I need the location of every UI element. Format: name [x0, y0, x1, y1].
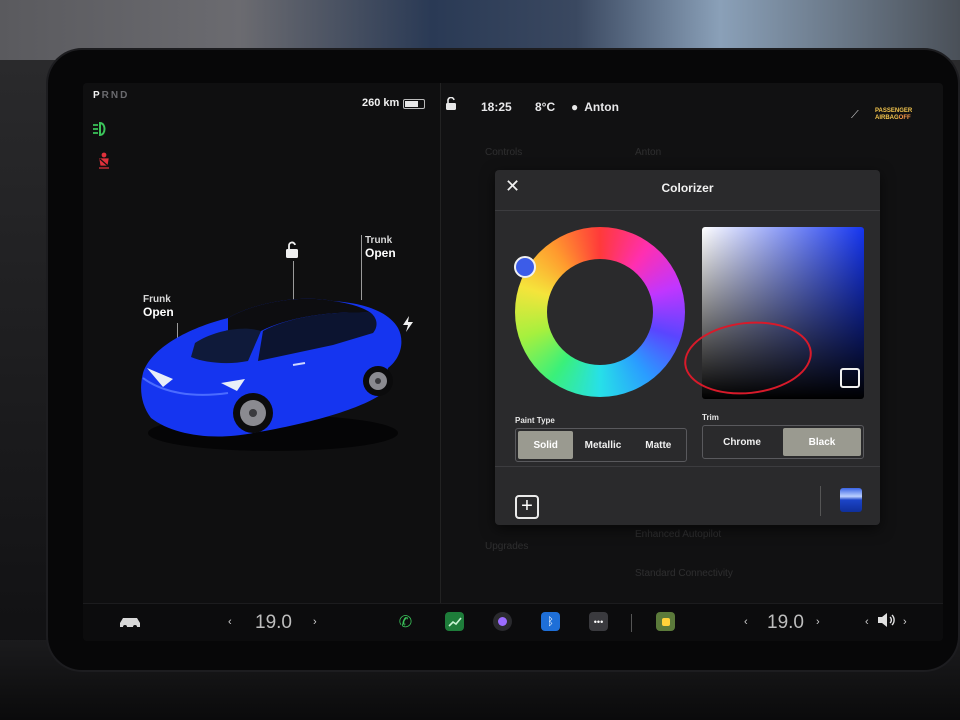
saturation-value-handle[interactable] — [840, 368, 860, 388]
volume-icon[interactable] — [877, 612, 897, 632]
paint-type-matte[interactable]: Matte — [631, 429, 686, 461]
taskbar-divider — [631, 614, 632, 632]
airbag-state: OFF — [898, 115, 911, 121]
gear-selector: PRND — [93, 90, 129, 101]
plus-icon[interactable]: + — [515, 495, 539, 519]
energy-icon[interactable] — [445, 612, 464, 631]
user-icon: ● — [571, 100, 579, 114]
lock-status-icon[interactable] — [445, 96, 457, 114]
paint-type-label: Paint Type — [515, 416, 555, 425]
car-status-panel: PRND 260 km Frunk Open Trunk Open — [83, 83, 441, 603]
paint-type-metallic[interactable]: Metallic — [575, 429, 630, 461]
passenger-temp-down-chevron-icon[interactable]: ‹ — [744, 616, 748, 628]
driver-temp-down-chevron-icon[interactable]: ‹ — [228, 616, 232, 628]
trunk-status: Open — [365, 246, 396, 260]
unlock-door-icon[interactable] — [285, 241, 299, 264]
settings-item-controls: Controls — [485, 147, 523, 158]
toybox-icon[interactable] — [656, 612, 675, 631]
settings-profile-name: Anton — [635, 147, 662, 158]
dialog-header: ✕ Colorizer — [495, 170, 880, 211]
taskbar: ‹ 19.0 › ✆ ᛒ ••• ‹ 19.0 › ‹ › — [83, 603, 943, 641]
settings-standard-connectivity: Standard Connectivity — [635, 568, 733, 579]
bluetooth-icon[interactable]: ᛒ — [541, 612, 560, 631]
seatbelt-warning-icon — [95, 152, 113, 175]
swatch-separator — [820, 486, 821, 516]
paint-type-segmented-control: Solid Metallic Matte — [515, 428, 687, 462]
touchscreen: PRND 260 km Frunk Open Trunk Open 18:25 … — [83, 83, 943, 641]
airbag-line2: AIRBAG — [875, 115, 899, 121]
outside-temperature: 8°C — [535, 100, 556, 114]
trim-black[interactable]: Black — [783, 428, 861, 456]
gear-others: RND — [101, 90, 130, 101]
airbag-line1: PASSENGER — [875, 108, 913, 114]
trunk-callout[interactable]: Trunk Open — [365, 235, 396, 260]
paint-type-solid[interactable]: Solid — [518, 431, 574, 459]
trim-segmented-control: Chrome Black — [702, 425, 864, 459]
trunk-label: Trunk — [365, 235, 393, 246]
headlights-icon — [92, 121, 114, 142]
volume-down-chevron-icon[interactable]: ‹ — [865, 616, 869, 628]
driver-temp-up-chevron-icon[interactable]: › — [313, 616, 317, 628]
camera-icon[interactable] — [493, 612, 512, 631]
hue-wheel[interactable] — [515, 227, 685, 397]
dialog-title: Colorizer — [661, 181, 714, 195]
no-signal-icon: ⟋ — [851, 109, 859, 121]
driver-name: Anton — [584, 100, 619, 114]
gear-active: P — [93, 90, 102, 101]
trim-chrome[interactable]: Chrome — [703, 426, 781, 458]
car-icon[interactable] — [117, 614, 143, 634]
dialog-divider — [495, 466, 880, 467]
driver-temperature: 19.0 — [255, 612, 292, 633]
trim-label: Trim — [702, 413, 719, 422]
volume-up-chevron-icon[interactable]: › — [903, 616, 907, 628]
car-illustration — [133, 283, 413, 463]
passenger-temp-up-chevron-icon[interactable]: › — [816, 616, 820, 628]
color-swatch[interactable] — [840, 488, 862, 512]
battery-icon — [403, 99, 425, 109]
hue-wheel-center — [547, 259, 653, 365]
passenger-temperature: 19.0 — [767, 612, 804, 633]
hue-wheel-handle[interactable] — [514, 256, 536, 278]
clock: 18:25 — [481, 100, 512, 114]
driver-profile[interactable]: ● Anton — [571, 100, 619, 114]
passenger-airbag-indicator: PASSENGER AIRBAGOFF — [875, 108, 935, 122]
more-icon[interactable]: ••• — [589, 612, 608, 631]
colorizer-dialog: ✕ Colorizer Paint Type Solid Metallic Ma… — [495, 170, 880, 525]
settings-item-upgrades: Upgrades — [485, 541, 529, 552]
phone-icon[interactable]: ✆ — [396, 612, 415, 631]
range-readout: 260 km — [362, 97, 400, 109]
settings-enhanced-autopilot: Enhanced Autopilot — [635, 529, 722, 540]
